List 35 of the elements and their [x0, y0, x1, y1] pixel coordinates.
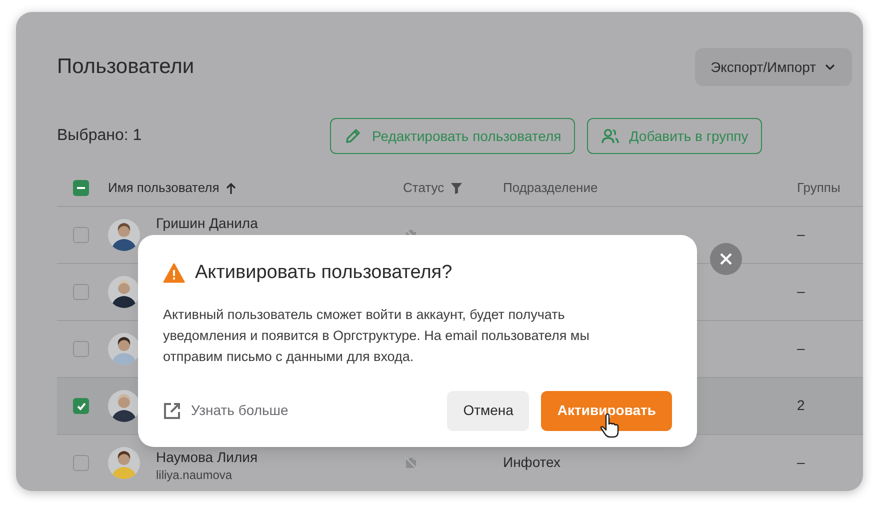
learn-more-link[interactable]: Узнать больше — [163, 400, 288, 421]
column-header[interactable]: Статус — [403, 178, 444, 198]
cancel-button[interactable]: Отмена — [447, 390, 530, 430]
table-cell: – — [797, 226, 805, 242]
chevron-down-icon — [824, 62, 836, 72]
row-checkbox[interactable] — [73, 284, 89, 300]
column-header[interactable]: Группы — [797, 178, 840, 198]
pencil-icon — [344, 127, 362, 145]
user-login: liliya.naumova — [156, 467, 234, 484]
table-cell: – — [797, 454, 805, 470]
column-header[interactable]: Имя пользователя — [108, 178, 220, 198]
row-checkbox[interactable] — [73, 398, 89, 414]
table-cell: – — [797, 340, 805, 356]
close-button[interactable] — [710, 243, 742, 275]
dialog-title: Активировать пользователя? — [195, 261, 452, 285]
close-icon — [720, 253, 732, 265]
table-cell: – — [797, 283, 805, 299]
user-name[interactable]: Наумова Лилия — [156, 448, 258, 466]
row-checkbox[interactable] — [73, 341, 89, 357]
page-title: Пользователи — [57, 54, 194, 80]
export-import-button[interactable]: Экспорт/Импорт — [694, 48, 852, 86]
users-icon — [601, 127, 620, 145]
activate-button[interactable]: Активировать — [541, 390, 672, 430]
table-cell: 2 — [797, 397, 805, 413]
row-checkbox[interactable] — [73, 455, 89, 471]
select-all-checkbox[interactable] — [73, 180, 89, 196]
row-checkbox[interactable] — [73, 227, 89, 243]
column-header[interactable]: Подразделение — [503, 178, 598, 198]
dialog-message: Активный пользователь сможет войти в аккаунт, будет получать уведомления и появится в Оргструктуре. На email пользователя мы отправим письмо с данными для входа. — [163, 306, 590, 366]
warning-icon — [163, 263, 185, 284]
selected-count: Выбрано: 1 — [57, 126, 143, 146]
external-link-icon — [163, 402, 181, 420]
checkmark-icon — [76, 401, 86, 411]
user-name[interactable]: Гришин Данила — [156, 214, 258, 232]
table-cell: Инфотех — [503, 454, 561, 470]
